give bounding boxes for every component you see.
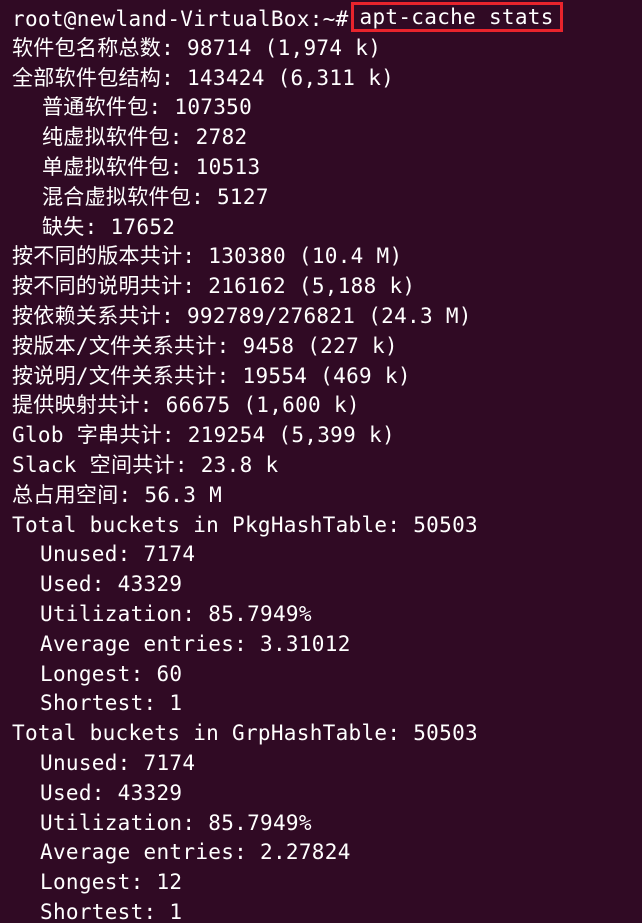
output-line-package-names: 软件包名称总数: 98714 (1,974 k) xyxy=(12,35,382,60)
output-line-version-file-relations: 按版本/文件关系共计: 9458 (227 k) xyxy=(12,333,398,358)
output-line-pkg-hash-total: Total buckets in PkgHashTable: 50503 xyxy=(12,512,478,537)
output-line-provides-mappings: 提供映射共计: 66675 (1,600 k) xyxy=(12,393,360,418)
output-line-distinct-versions: 按不同的版本共计: 130380 (10.4 M) xyxy=(12,244,403,269)
output-line-pkg-used: Used: 43329 xyxy=(40,572,183,597)
output-line-grp-shortest: Shortest: 1 xyxy=(40,899,183,923)
output-line-grp-utilization: Utilization: 85.7949% xyxy=(40,810,312,835)
output-line-slack-space: Slack 空间共计: 23.8 k xyxy=(12,452,279,477)
output-line-grp-longest: Longest: 12 xyxy=(40,870,183,895)
output-line-pkg-shortest: Shortest: 1 xyxy=(40,691,183,716)
shell-prompt: root@newland-VirtualBox:~# xyxy=(12,7,349,31)
output-line-normal-packages: 普通软件包: 107350 xyxy=(42,95,253,120)
output-line-dependencies: 按依赖关系共计: 992789/276821 (24.3 M) xyxy=(12,303,472,328)
output-line-total-space: 总占用空间: 56.3 M xyxy=(12,482,223,507)
terminal-window[interactable]: root@newland-VirtualBox:~# apt-cache stat… xyxy=(0,0,642,923)
output-line-missing: 缺失: 17652 xyxy=(42,214,176,239)
output-line-package-structures: 全部软件包结构: 143424 (6,311 k) xyxy=(12,65,395,90)
output-line-pkg-utilization: Utilization: 85.7949% xyxy=(40,601,312,626)
output-line-glob-strings: Glob 字串共计: 219254 (5,399 k) xyxy=(12,423,395,448)
output-line-pure-virtual-packages: 纯虚拟软件包: 2782 xyxy=(42,125,248,150)
output-line-grp-hash-total: Total buckets in GrpHashTable: 50503 xyxy=(12,721,478,746)
output-line-pkg-average-entries: Average entries: 3.31012 xyxy=(40,631,351,656)
highlighted-command: apt-cache stats xyxy=(350,2,563,32)
output-line-mixed-virtual-packages: 混合虚拟软件包: 5127 xyxy=(42,184,269,209)
output-line-pkg-longest: Longest: 60 xyxy=(40,661,183,686)
output-line-grp-used: Used: 43329 xyxy=(40,780,183,805)
output-line-pkg-unused: Unused: 7174 xyxy=(40,542,196,567)
output-line-description-file-relations: 按说明/文件关系共计: 19554 (469 k) xyxy=(12,363,411,388)
output-line-single-virtual-packages: 单虚拟软件包: 10513 xyxy=(42,154,261,179)
command-line: root@newland-VirtualBox:~# apt-cache stat… xyxy=(12,2,642,34)
output-line-grp-unused: Unused: 7174 xyxy=(40,750,196,775)
output-line-grp-average-entries: Average entries: 2.27824 xyxy=(40,840,351,865)
output-line-distinct-descriptions: 按不同的说明共计: 216162 (5,188 k) xyxy=(12,274,416,299)
